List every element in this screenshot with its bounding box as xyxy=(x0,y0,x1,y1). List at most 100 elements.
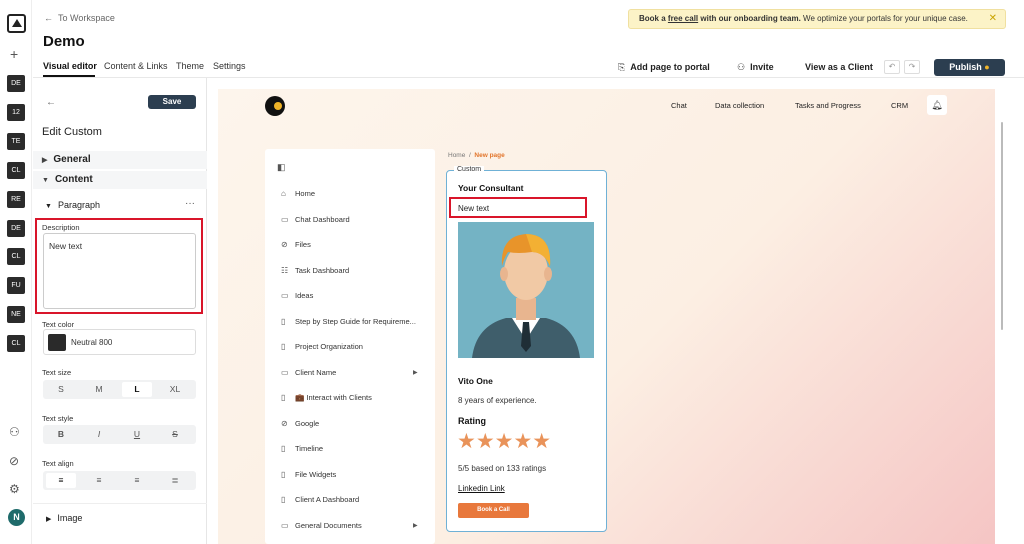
chevron-right-icon[interactable]: ▶ xyxy=(413,369,418,376)
workspace-chip[interactable]: DE xyxy=(7,220,25,237)
plus-icon[interactable]: + xyxy=(10,46,18,62)
workspace-chip[interactable]: CL xyxy=(7,248,25,265)
view-as-client-button[interactable]: View as a Client xyxy=(805,62,873,72)
workspace-chip[interactable]: 12 xyxy=(7,104,25,121)
breadcrumb: Home / New page xyxy=(448,152,505,159)
document-icon: ▯ xyxy=(281,470,286,479)
app-logo-icon[interactable] xyxy=(7,14,26,33)
nav-item-file-widgets[interactable]: ▯ File Widgets xyxy=(281,470,336,479)
workspace-chip[interactable]: RE xyxy=(7,191,25,208)
tab-theme[interactable]: Theme xyxy=(176,61,204,71)
bell-icon[interactable]: 🔔︎ xyxy=(927,95,947,115)
nav-item-client-a-dashboard[interactable]: ▯ Client A Dashboard xyxy=(281,495,359,504)
invite-user-icon: ⚇ xyxy=(737,62,746,72)
workspace-chip[interactable]: DE xyxy=(7,75,25,92)
redo-icon[interactable]: ↷ xyxy=(904,60,920,74)
align-right-icon[interactable]: ≡ xyxy=(122,473,152,488)
workspace-chip[interactable]: FU xyxy=(7,277,25,294)
folder-icon: ▭ xyxy=(281,521,289,530)
more-options-icon[interactable]: ··· xyxy=(185,198,195,209)
nav-item-google[interactable]: ⊘ Google xyxy=(281,419,319,428)
size-xl-button[interactable]: XL xyxy=(160,382,190,397)
consultant-portrait xyxy=(458,222,594,358)
nav-item-project-organization[interactable]: ▯ Project Organization xyxy=(281,342,363,351)
tab-settings[interactable]: Settings xyxy=(213,61,246,71)
free-call-link[interactable]: free call xyxy=(668,14,698,23)
avatar[interactable]: N xyxy=(8,509,25,526)
nav-item-label: Ideas xyxy=(295,291,314,300)
book-call-button[interactable]: Book a Call xyxy=(458,503,529,518)
chevron-right-icon: ▶ xyxy=(42,157,48,164)
align-justify-icon[interactable]: ≣ xyxy=(160,473,190,488)
text-size-label: Text size xyxy=(42,368,72,377)
arrow-left-icon[interactable]: ← xyxy=(46,97,56,108)
home-icon: ⌂ xyxy=(281,189,286,198)
section-image[interactable]: ▶ Image xyxy=(46,513,82,523)
underline-button[interactable]: U xyxy=(122,427,152,442)
nav-item-files[interactable]: ⊘ Files xyxy=(281,240,311,249)
nav-item-timeline[interactable]: ▯ Timeline xyxy=(281,444,323,453)
publish-badge-icon: ● xyxy=(984,62,990,72)
text-color-picker[interactable]: Neutral 800 xyxy=(43,329,196,355)
breadcrumb-current: New page xyxy=(474,152,505,159)
scrollbar[interactable] xyxy=(1001,122,1003,330)
save-button[interactable]: Save xyxy=(148,95,196,109)
chevron-right-icon[interactable]: ▶ xyxy=(413,522,418,529)
settings-gear-icon[interactable]: ⚙ xyxy=(9,482,20,496)
custom-block-tag: Custom xyxy=(454,166,485,173)
integrations-icon[interactable]: ⊘ xyxy=(9,454,19,468)
size-m-button[interactable]: M xyxy=(84,382,114,397)
size-s-button[interactable]: S xyxy=(46,382,76,397)
arrow-left-icon: ← xyxy=(44,13,59,23)
nav-item-client-name[interactable]: ▭ Client Name xyxy=(281,368,336,377)
breadcrumb-home[interactable]: Home xyxy=(448,152,465,159)
tab-content-links[interactable]: Content & Links xyxy=(104,61,168,71)
linkedin-link[interactable]: Linkedin Link xyxy=(458,484,505,493)
chevron-down-icon: ▼ xyxy=(42,177,49,184)
invite-button[interactable]: ⚇ Invite xyxy=(737,62,774,73)
tab-visual-editor[interactable]: Visual editor xyxy=(43,61,97,71)
align-center-icon[interactable]: ≡ xyxy=(84,473,114,488)
nav-item-label: 💼 Interact with Clients xyxy=(295,393,372,402)
undo-icon[interactable]: ↶ xyxy=(884,60,900,74)
back-to-workspace-link[interactable]: ← To Workspace xyxy=(44,13,115,23)
nav-item-general-documents[interactable]: ▭ General Documents xyxy=(281,521,362,530)
publish-label: Publish xyxy=(949,62,982,72)
nav-item-home[interactable]: ⌂ Home xyxy=(281,189,315,198)
section-general[interactable]: ▶ General xyxy=(33,151,207,169)
topnav-tasks-progress[interactable]: Tasks and Progress xyxy=(795,101,861,110)
size-l-button[interactable]: L xyxy=(122,382,152,397)
italic-button[interactable]: I xyxy=(84,427,114,442)
topnav-data-collection[interactable]: Data collection xyxy=(715,101,764,110)
folder-icon: ▭ xyxy=(281,368,289,377)
workspace-chip[interactable]: CL xyxy=(7,335,25,352)
add-page-button[interactable]: ⎘ Add page to portal xyxy=(618,62,710,73)
nav-item-interact-clients[interactable]: ▯ 💼 Interact with Clients xyxy=(281,393,372,402)
strikethrough-button[interactable]: S xyxy=(160,427,190,442)
breadcrumb-separator: / xyxy=(468,152,471,159)
team-icon[interactable]: ⚇ xyxy=(9,425,20,439)
collapse-sidebar-icon[interactable]: ◧ xyxy=(277,162,286,173)
workspace-chip[interactable]: CL xyxy=(7,162,25,179)
section-content-label: Content xyxy=(54,174,93,185)
paragraph-block[interactable]: ▼ Paragraph xyxy=(45,200,100,210)
banner-prefix: Book a xyxy=(639,14,668,23)
nav-item-task-dashboard[interactable]: ☷ Task Dashboard xyxy=(281,266,349,275)
consultant-name: Vito One xyxy=(458,376,493,386)
publish-button[interactable]: Publish ● xyxy=(934,59,1005,76)
workspace-chip[interactable]: NE xyxy=(7,306,25,323)
nav-item-step-guide[interactable]: ▯ Step by Step Guide for Requireme... xyxy=(281,317,416,326)
align-left-icon[interactable]: ≡ xyxy=(46,473,76,488)
text-color-label: Text color xyxy=(42,320,75,329)
banner-middle: with our onboarding team. xyxy=(698,14,801,23)
bold-button[interactable]: B xyxy=(46,427,76,442)
topnav-crm[interactable]: CRM xyxy=(891,101,908,110)
topnav-chat[interactable]: Chat xyxy=(671,101,687,110)
section-content[interactable]: ▼ Content xyxy=(33,171,207,189)
nav-item-label: General Documents xyxy=(295,521,362,530)
text-align-label: Text align xyxy=(42,459,74,468)
nav-item-chat-dashboard[interactable]: ▭ Chat Dashboard xyxy=(281,215,350,224)
close-icon[interactable]: ✕ xyxy=(989,10,997,28)
nav-item-ideas[interactable]: ▭ Ideas xyxy=(281,291,313,300)
workspace-chip[interactable]: TE xyxy=(7,133,25,150)
